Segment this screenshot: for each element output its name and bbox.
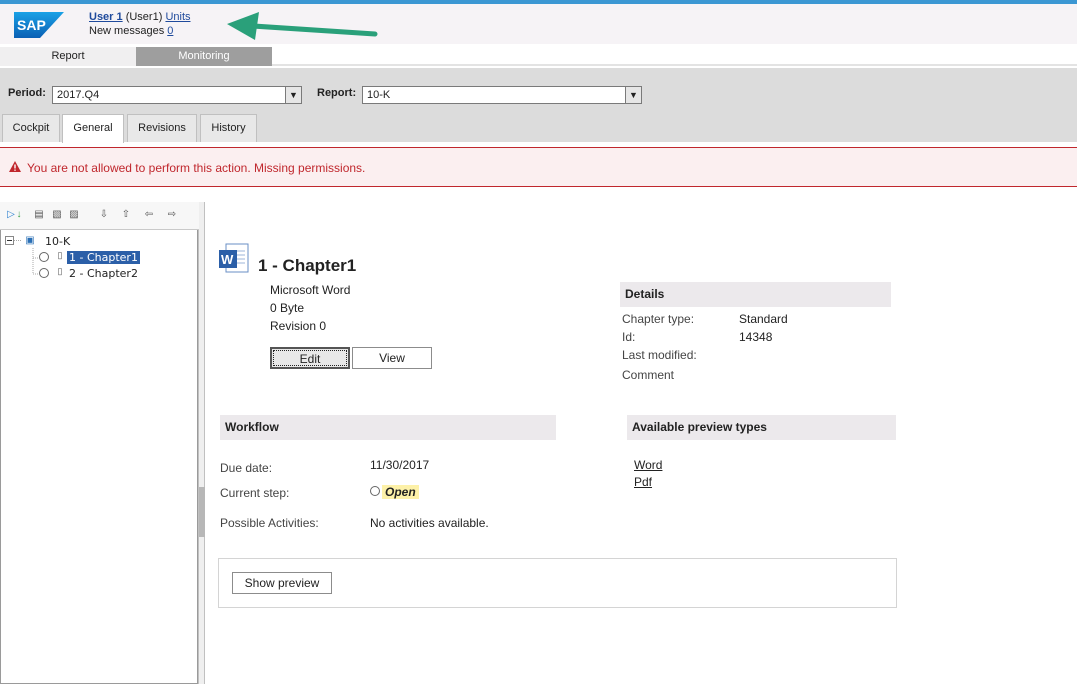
preview-link-pdf[interactable]: Pdf — [634, 475, 652, 489]
status-circle-icon — [370, 486, 380, 496]
document-detail-panel: W 1 - Chapter1 Microsoft Word 0 Byte Rev… — [206, 202, 1077, 684]
chevron-down-icon[interactable]: ▼ — [625, 87, 641, 103]
user-line: User 1 (User1) Units — [89, 11, 191, 23]
main-nav-tabs: Report Monitoring — [0, 44, 1077, 66]
chapter-tree: ▣ 10-K ▯ 1 - Chapter1 ▯ 2 - Chapter2 — [0, 230, 198, 684]
annotation-arrow — [227, 12, 378, 40]
app-header: SAP User 1 (User1) Units New messages 0 — [0, 4, 1077, 44]
possible-activities-label: Possible Activities: — [220, 516, 319, 530]
preview-types-heading: Available preview types — [627, 415, 896, 440]
show-preview-button[interactable]: Show preview — [232, 572, 332, 594]
current-step-label: Current step: — [220, 486, 290, 500]
units-link[interactable]: Units — [165, 11, 190, 23]
move-down-icon[interactable]: ⇩ — [97, 208, 111, 222]
tree-root-node[interactable]: 10-K — [45, 235, 70, 248]
chapter-type-label: Chapter type: — [622, 312, 695, 326]
last-modified-label: Last modified: — [622, 348, 697, 362]
details-heading: Details — [620, 282, 891, 307]
report-select-value: 10-K — [367, 89, 391, 101]
document-size: 0 Byte — [270, 301, 305, 315]
page-icon: ▯ — [57, 266, 63, 276]
nav-tab-monitoring[interactable]: Monitoring — [136, 47, 272, 66]
status-circle-icon — [39, 268, 49, 278]
workflow-heading: Workflow — [220, 415, 556, 440]
comment-label: Comment — [622, 368, 675, 382]
edit-document-icon[interactable]: ▧ — [50, 208, 64, 222]
move-right-icon[interactable]: ⇨ — [165, 208, 179, 222]
view-button[interactable]: View — [352, 347, 432, 369]
chapter-type-value: Standard — [739, 312, 788, 326]
preview-link-word[interactable]: Word — [634, 458, 662, 472]
document-revision: Revision 0 — [270, 319, 327, 333]
new-document-icon[interactable]: ▤ — [32, 208, 46, 222]
due-date-value: 11/30/2017 — [370, 458, 430, 472]
svg-text:W: W — [221, 252, 234, 267]
error-banner: You are not allowed to perform this acti… — [0, 147, 1077, 187]
splitter-grip[interactable] — [199, 487, 205, 537]
period-label: Period: — [8, 87, 46, 99]
period-select[interactable]: 2017.Q4 ▼ — [52, 86, 302, 104]
user-link[interactable]: User 1 — [89, 11, 123, 23]
report-label: Report: — [317, 87, 357, 99]
due-date-label: Due date: — [220, 461, 273, 475]
id-label: Id: — [622, 330, 636, 344]
user-id: (User1) — [125, 11, 163, 23]
nav-tab-report[interactable]: Report — [0, 47, 136, 66]
page-icon: ▯ — [57, 250, 63, 260]
document-title: 1 - Chapter1 — [258, 256, 357, 275]
tree-item-chapter2[interactable]: 2 - Chapter2 — [69, 267, 138, 280]
word-document-icon: W — [219, 243, 249, 273]
preview-box: Show preview — [218, 558, 897, 608]
svg-text:SAP: SAP — [17, 17, 46, 33]
possible-activities-value: No activities available. — [370, 516, 489, 530]
current-step-value: Open — [382, 485, 419, 499]
report-select[interactable]: 10-K ▼ — [362, 86, 642, 104]
chevron-down-icon[interactable]: ▼ — [285, 87, 301, 103]
new-messages-count-link[interactable]: 0 — [167, 25, 173, 37]
tab-cockpit[interactable]: Cockpit — [2, 114, 60, 142]
document-type: Microsoft Word — [270, 283, 351, 297]
error-message: You are not allowed to perform this acti… — [27, 161, 366, 175]
arrow-down-green-icon[interactable]: ↓ — [12, 208, 26, 222]
messages-line: New messages 0 — [89, 25, 173, 37]
edit-button[interactable]: Edit — [270, 347, 350, 369]
delete-document-icon[interactable]: ▨ — [67, 208, 81, 222]
tab-revisions[interactable]: Revisions — [127, 114, 197, 142]
tree-toolbar: ▷ ↓ ▤ ▧ ▨ ⇩ ⇧ ⇦ ⇨ — [0, 202, 199, 230]
new-messages-label: New messages — [89, 25, 165, 37]
book-icon: ▣ — [25, 235, 35, 246]
tab-history[interactable]: History — [200, 114, 257, 142]
tree-panel: ▷ ↓ ▤ ▧ ▨ ⇩ ⇧ ⇦ ⇨ ▣ 10-K ▯ 1 - Chapter1 … — [0, 202, 199, 684]
warning-icon — [9, 161, 21, 172]
move-up-icon[interactable]: ⇧ — [119, 208, 133, 222]
tree-item-chapter1[interactable]: 1 - Chapter1 — [67, 251, 140, 264]
pane-splitter[interactable] — [199, 202, 205, 684]
id-value: 14348 — [739, 330, 773, 344]
move-left-icon[interactable]: ⇦ — [142, 208, 156, 222]
tab-general[interactable]: General — [62, 114, 124, 143]
period-select-value: 2017.Q4 — [57, 89, 100, 101]
sap-logo: SAP — [14, 12, 64, 38]
status-circle-icon — [39, 252, 49, 262]
